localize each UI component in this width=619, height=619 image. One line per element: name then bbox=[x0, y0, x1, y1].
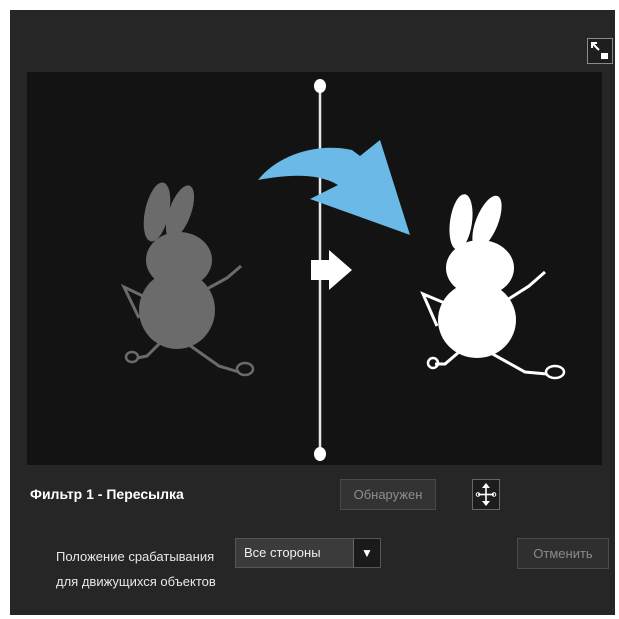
detected-button[interactable]: Обнаружен bbox=[340, 479, 436, 510]
line-handle-bottom[interactable] bbox=[314, 447, 326, 461]
position-label-line1: Положение срабатывания bbox=[56, 549, 215, 564]
position-label-line2: для движущихся объектов bbox=[56, 574, 216, 589]
expand-icon bbox=[591, 42, 608, 59]
move-button[interactable] bbox=[472, 479, 500, 510]
move-arrows-icon bbox=[475, 483, 497, 506]
direction-select[interactable]: Все стороны ▼ bbox=[235, 538, 381, 568]
figure-after-icon bbox=[420, 194, 566, 380]
expand-button[interactable] bbox=[587, 38, 613, 64]
detection-canvas[interactable] bbox=[27, 72, 602, 465]
filter-title: Фильтр 1 - Пересылка bbox=[30, 486, 184, 502]
filter-panel: Фильтр 1 - Пересылка Обнаружен Положение… bbox=[10, 10, 615, 615]
position-label: Положение срабатывания для движущихся об… bbox=[56, 544, 216, 594]
cancel-button[interactable]: Отменить bbox=[517, 538, 609, 569]
triangle-down-icon[interactable]: ▼ bbox=[353, 539, 380, 567]
figure-before-icon bbox=[120, 182, 255, 377]
curved-arrow-icon bbox=[258, 140, 410, 235]
arrow-right-icon bbox=[311, 250, 352, 290]
line-handle-top[interactable] bbox=[314, 79, 326, 93]
direction-select-value: Все стороны bbox=[244, 545, 321, 560]
